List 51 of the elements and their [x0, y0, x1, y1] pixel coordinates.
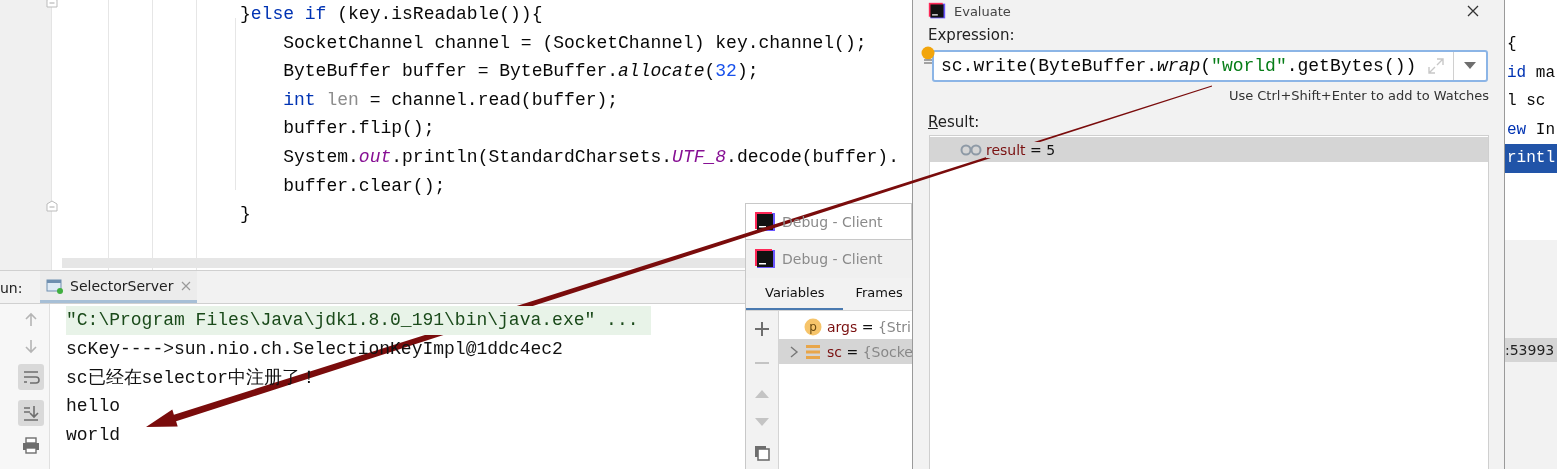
down-arrow-icon[interactable]: [22, 338, 39, 354]
code-line: ew In: [1506, 119, 1556, 141]
scroll-to-end-icon[interactable]: [17, 400, 44, 426]
window-preview[interactable]: Debug - Client: [745, 203, 912, 240]
window-title: Debug - Client: [782, 213, 883, 230]
lightbulb-icon[interactable]: [921, 46, 935, 66]
code-line: {: [1506, 34, 1518, 55]
move-up-icon[interactable]: [754, 389, 770, 399]
code-line: }: [240, 203, 251, 227]
expand-icon[interactable]: [789, 345, 799, 358]
move-down-icon[interactable]: [754, 417, 770, 427]
variable-row[interactable]: :53993: [1505, 338, 1557, 362]
soft-wrap-icon[interactable]: [17, 364, 44, 390]
add-icon[interactable]: [754, 321, 770, 337]
dialog-title: Evaluate: [954, 3, 1011, 19]
fold-icon[interactable]: [46, 200, 58, 213]
copy-icon[interactable]: [754, 445, 770, 461]
panel-label: un:: [0, 279, 24, 298]
variable-row[interactable]: sc = {Socke: [779, 339, 913, 364]
close-icon[interactable]: [1467, 5, 1479, 17]
code-line: l sc: [1506, 91, 1547, 113]
code-line: System.out.println(StandardCharsets.UTF_8.decode(buffer).: [282, 145, 899, 169]
expand-icon[interactable]: [1427, 57, 1445, 75]
code-line: buffer.clear();: [282, 174, 446, 198]
code-line: buffer.flip();: [282, 117, 435, 141]
debugger-tab[interactable]: Frames: [843, 278, 915, 310]
app-icon: [754, 248, 776, 270]
field-label: Result:: [928, 113, 981, 133]
field-icon: [804, 342, 822, 361]
hint-text: Use Ctrl+Shift+Enter to add to Watches: [1227, 88, 1489, 103]
field-label: Expression:: [928, 26, 1016, 46]
app-icon: [928, 2, 946, 20]
code-line: ByteBuffer buffer = ByteBuffer.allocate(32);: [282, 60, 759, 84]
expression-field[interactable]: sc.write(ByteBuffer.wrap("world".getBytes()): [932, 50, 1488, 82]
run-tab[interactable]: SelectorServer: [40, 271, 198, 303]
scrollbar[interactable]: [62, 258, 745, 268]
code-line: SocketChannel channel = (SocketChannel) key.channel();: [282, 31, 867, 55]
dropdown-caret-icon[interactable]: [1464, 62, 1476, 70]
code-line: int len = channel.read(buffer);: [282, 88, 619, 112]
console-line: sc已经在selector中注册了！: [66, 366, 320, 390]
glasses-icon: [960, 143, 982, 156]
result-row[interactable]: result = 5: [930, 137, 1488, 162]
console-line: world: [66, 424, 121, 448]
print-icon[interactable]: [21, 436, 40, 454]
code-line: id ma: [1506, 62, 1556, 84]
console-icon: [46, 277, 64, 294]
console-line: hello: [66, 395, 121, 419]
code-line: }else if (key.isReadable()){: [240, 3, 543, 26]
window-title: Debug - Client: [782, 251, 883, 267]
variable-row[interactable]: p args = {Stri: [779, 314, 913, 339]
parameter-icon: p: [804, 317, 822, 336]
